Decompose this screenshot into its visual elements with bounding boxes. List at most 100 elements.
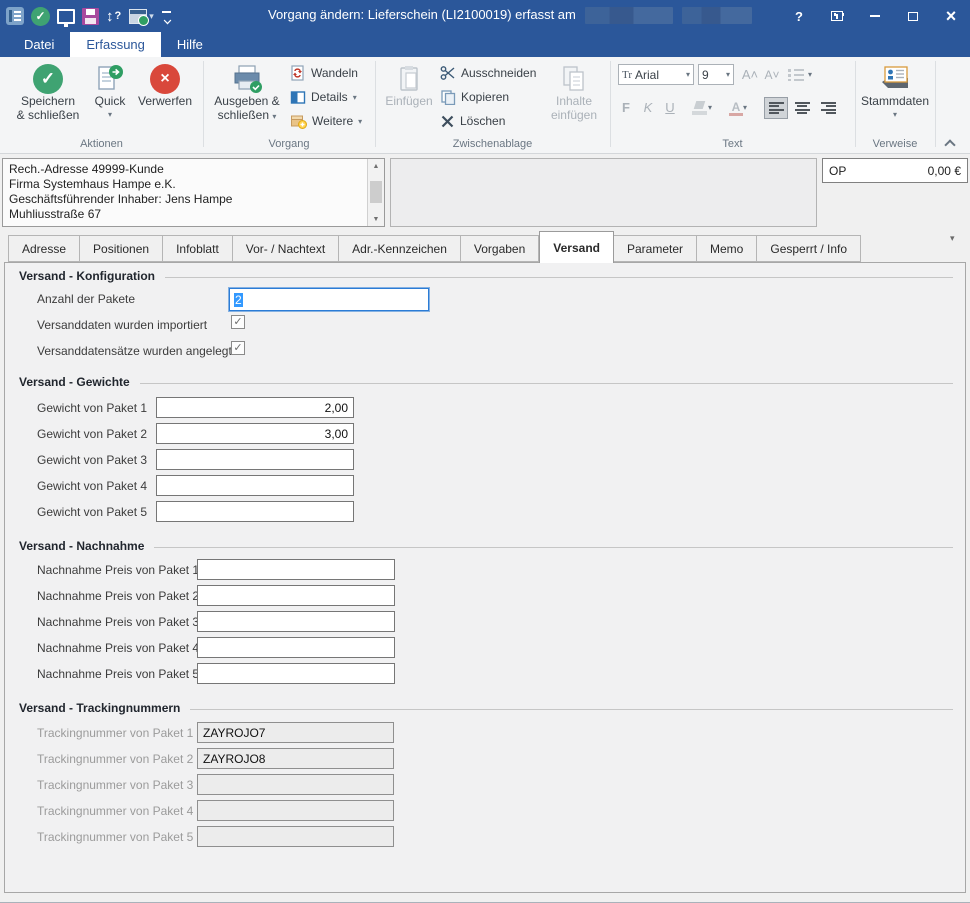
wandeln-button[interactable]: Wandeln xyxy=(290,62,358,84)
font-size-select[interactable]: 9 ▾ xyxy=(698,64,734,85)
tab-parameter[interactable]: Parameter xyxy=(613,235,698,262)
tab-vorgaben[interactable]: Vorgaben xyxy=(460,235,540,262)
speichern-schliessen-button[interactable]: ✓ Speichern & schließen xyxy=(8,60,88,122)
ausgeben-schliessen-button[interactable]: Ausgeben & schließen ▾ xyxy=(208,60,286,124)
tracking-3-label: Trackingnummer von Paket 3 xyxy=(37,778,194,792)
section-gewichte: Versand - Gewichte xyxy=(19,375,953,389)
font-color-button: A ▾ xyxy=(724,97,752,118)
align-right-button[interactable] xyxy=(816,97,840,119)
menu-tab-datei[interactable]: Datei xyxy=(8,32,70,57)
quick-access-toolbar: ✓ ↕? ▾ xyxy=(6,0,173,32)
verwerfen-button[interactable]: × Verwerfen xyxy=(132,60,198,108)
anzahl-der-pakete-input[interactable]: 2 xyxy=(229,288,429,311)
list-icon xyxy=(788,68,804,81)
tab-gesperrt-info[interactable]: Gesperrt / Info xyxy=(757,235,862,262)
nachnahme-5-input[interactable] xyxy=(197,663,395,684)
menu-tab-hilfe[interactable]: Hilfe xyxy=(161,32,219,57)
gewicht-1-label: Gewicht von Paket 1 xyxy=(37,401,148,415)
minimize-button[interactable] xyxy=(856,0,894,32)
tracking-5-label: Trackingnummer von Paket 5 xyxy=(37,830,194,844)
ribbon-separator xyxy=(375,61,376,147)
gewicht-5-label: Gewicht von Paket 5 xyxy=(37,505,148,519)
shrink-font-button: A˅ xyxy=(764,67,780,82)
gewicht-5-input[interactable] xyxy=(156,501,354,522)
nachnahme-3-input[interactable] xyxy=(197,611,395,632)
printer-icon xyxy=(208,60,286,94)
highlighter-icon xyxy=(691,101,708,115)
tab-positionen[interactable]: Positionen xyxy=(80,235,164,262)
discard-x-icon: × xyxy=(150,64,180,94)
ribbon-tab-bar: Datei Erfassung Hilfe xyxy=(0,32,970,57)
chevron-down-icon: ▾ xyxy=(685,70,690,79)
scrollbar-thumb[interactable] xyxy=(370,181,382,203)
tab-infoblatt[interactable]: Infoblatt xyxy=(163,235,233,262)
clipboard-icon xyxy=(380,60,438,94)
address-line: Muhliusstraße 67 xyxy=(9,207,102,221)
stammdaten-button[interactable]: Stammdaten ▾ xyxy=(858,60,932,122)
op-field: OP 0,00 € xyxy=(822,158,968,183)
scroll-down-icon[interactable]: ▼ xyxy=(368,212,384,226)
font-family-select[interactable]: Tr Arial ▾ xyxy=(618,64,694,85)
qat-save-icon[interactable] xyxy=(82,5,99,27)
tab-adr-kennzeichen[interactable]: Adr.-Kennzeichen xyxy=(339,235,461,262)
nachnahme-1-label: Nachnahme Preis von Paket 1 xyxy=(37,563,200,577)
qat-updown-help-icon[interactable]: ↕? xyxy=(106,5,122,27)
font-color-icon: A xyxy=(728,100,743,116)
tab-versand[interactable]: Versand xyxy=(539,231,614,263)
weitere-button[interactable]: Weitere ▾ xyxy=(290,110,362,132)
tab-vor-nachtext[interactable]: Vor- / Nachtext xyxy=(232,235,340,262)
highlight-button: ▾ xyxy=(688,97,716,118)
gewicht-3-input[interactable] xyxy=(156,449,354,470)
qat-overflow-icon[interactable] xyxy=(161,5,173,27)
details-button[interactable]: Details ▾ xyxy=(290,86,357,108)
ribbon: ✓ Speichern & schließen Quick ▾ × Verwer… xyxy=(0,57,970,154)
collapse-ribbon-button[interactable] xyxy=(944,139,956,151)
ausschneiden-button[interactable]: Ausschneiden xyxy=(440,62,536,84)
tab-overflow-icon[interactable]: ▾ xyxy=(950,233,955,244)
close-button[interactable]: × xyxy=(932,0,970,32)
gewicht-2-input[interactable] xyxy=(156,423,354,444)
ribbon-group-label-verweise: Verweise xyxy=(872,138,918,150)
contact-card-icon xyxy=(858,60,932,94)
tracking-5-input xyxy=(197,826,394,847)
tracking-4-input xyxy=(197,800,394,821)
maximize-button[interactable] xyxy=(894,0,932,32)
pin-window-button[interactable] xyxy=(818,0,856,32)
memo-panel[interactable] xyxy=(390,158,817,227)
chevron-down-icon: ▾ xyxy=(358,116,363,126)
underline-button: U xyxy=(665,100,675,115)
loeschen-button[interactable]: Löschen xyxy=(440,110,505,132)
help-button[interactable]: ? xyxy=(780,0,818,32)
qat-save-close-icon[interactable]: ✓ xyxy=(31,5,50,27)
kopieren-button[interactable]: Kopieren xyxy=(440,86,509,108)
quick-button[interactable]: Quick ▾ xyxy=(88,60,132,122)
menu-tab-erfassung[interactable]: Erfassung xyxy=(70,32,161,57)
tab-memo[interactable]: Memo xyxy=(697,235,758,262)
nachnahme-2-input[interactable] xyxy=(197,585,395,606)
versanddaten-importiert-checkbox[interactable]: ✓ xyxy=(231,315,245,329)
qat-monitor-icon[interactable] xyxy=(57,5,75,27)
versanddatensaetze-angelegt-checkbox[interactable]: ✓ xyxy=(231,341,245,355)
scroll-up-icon[interactable]: ▲ xyxy=(368,159,384,173)
gewicht-1-input[interactable] xyxy=(156,397,354,418)
nachnahme-4-input[interactable] xyxy=(197,637,395,658)
gewicht-4-input[interactable] xyxy=(156,475,354,496)
align-center-button[interactable] xyxy=(790,97,814,119)
anzahl-pakete-label: Anzahl der Pakete xyxy=(37,292,136,306)
window-title: Vorgang ändern: Lieferschein (LI2100019)… xyxy=(268,7,752,25)
address-line: Rech.-Adresse 49999-Kunde xyxy=(9,162,164,176)
qat-table-refresh-icon[interactable]: ▾ xyxy=(129,5,154,27)
ribbon-group-label-aktionen: Aktionen xyxy=(80,138,123,150)
op-value: 0,00 € xyxy=(927,163,961,178)
nachnahme-1-input[interactable] xyxy=(197,559,395,580)
chevron-down-icon: ▾ xyxy=(352,92,357,102)
align-left-button[interactable] xyxy=(764,97,788,119)
address-panel[interactable]: Rech.-Adresse 49999-Kunde Firma Systemha… xyxy=(2,158,385,227)
tab-adresse[interactable]: Adresse xyxy=(8,235,81,262)
nachnahme-4-label: Nachnahme Preis von Paket 4 xyxy=(37,641,200,655)
versand-panel: Versand - Konfiguration Anzahl der Paket… xyxy=(4,262,966,893)
address-scrollbar[interactable]: ▲ ▼ xyxy=(367,159,384,226)
grow-font-button: A˄ xyxy=(741,67,759,82)
chevron-down-icon: ▾ xyxy=(107,110,112,119)
tracking-1-label: Trackingnummer von Paket 1 xyxy=(37,726,194,740)
